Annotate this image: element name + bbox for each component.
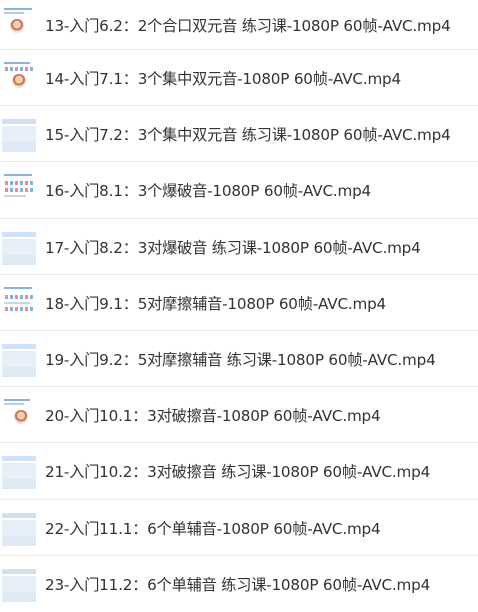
file-name: 17-入门8.2：3对爆破音 练习课-1080P 60帧-AVC.mp4 (45, 238, 421, 257)
video-thumbnail (2, 453, 36, 490)
file-name: 13-入门6.2：2个合口双元音 练习课-1080P 60帧-AVC.mp4 (45, 17, 451, 35)
file-name: 18-入门9.1：5对摩擦辅音-1080P 60帧-AVC.mp4 (45, 294, 386, 313)
video-thumbnail (2, 397, 36, 428)
file-row[interactable]: 17-入门8.2：3对爆破音 练习课-1080P 60帧-AVC.mp4 (0, 219, 478, 275)
file-list: 13-入门6.2：2个合口双元音 练习课-1080P 60帧-AVC.mp4 1… (0, 0, 478, 606)
file-name: 19-入门9.2：5对摩擦辅音 练习课-1080P 60帧-AVC.mp4 (45, 350, 436, 369)
file-row[interactable]: 22-入门11.1：6个单辅音-1080P 60帧-AVC.mp4 (0, 500, 478, 556)
video-thumbnail (2, 509, 36, 546)
file-name: 20-入门10.1：3对破擦音-1080P 60帧-AVC.mp4 (45, 407, 381, 426)
file-name: 21-入门10.2：3对破擦音 练习课-1080P 60帧-AVC.mp4 (45, 463, 431, 482)
video-thumbnail (2, 6, 36, 36)
file-row[interactable]: 20-入门10.1：3对破擦音-1080P 60帧-AVC.mp4 (0, 387, 478, 444)
video-thumbnail (2, 228, 36, 265)
file-row[interactable]: 18-入门9.1：5对摩擦辅音-1080P 60帧-AVC.mp4 (0, 275, 478, 331)
file-row[interactable]: 19-入门9.2：5对摩擦辅音 练习课-1080P 60帧-AVC.mp4 (0, 331, 478, 388)
file-row[interactable]: 13-入门6.2：2个合口双元音 练习课-1080P 60帧-AVC.mp4 (0, 0, 478, 50)
video-thumbnail (2, 172, 36, 203)
file-name: 15-入门7.2：3个集中双元音 练习课-1080P 60帧-AVC.mp4 (45, 126, 451, 145)
file-row[interactable]: 14-入门7.1：3个集中双元音-1080P 60帧-AVC.mp4 (0, 50, 478, 107)
video-thumbnail (2, 565, 36, 602)
file-name: 16-入门8.1：3个爆破音-1080P 60帧-AVC.mp4 (45, 182, 371, 201)
video-thumbnail (2, 116, 36, 153)
video-thumbnail (2, 284, 36, 315)
file-name: 23-入门11.2：6个单辅音 练习课-1080P 60帧-AVC.mp4 (45, 575, 431, 594)
file-row[interactable]: 23-入门11.2：6个单辅音 练习课-1080P 60帧-AVC.mp4 (0, 556, 478, 612)
file-row[interactable]: 21-入门10.2：3对破擦音 练习课-1080P 60帧-AVC.mp4 (0, 443, 478, 500)
video-thumbnail (2, 340, 36, 377)
file-row[interactable]: 16-入门8.1：3个爆破音-1080P 60帧-AVC.mp4 (0, 162, 478, 219)
file-name: 14-入门7.1：3个集中双元音-1080P 60帧-AVC.mp4 (45, 70, 401, 88)
file-name: 22-入门11.1：6个单辅音-1080P 60帧-AVC.mp4 (45, 519, 381, 538)
file-row[interactable]: 15-入门7.2：3个集中双元音 练习课-1080P 60帧-AVC.mp4 (0, 106, 478, 163)
video-thumbnail (2, 60, 36, 90)
